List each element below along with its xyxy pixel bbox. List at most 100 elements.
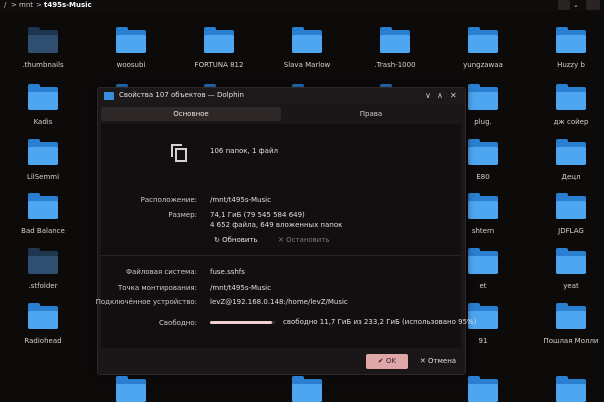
check-icon: ✔ [377,357,386,365]
copy-icon [171,144,187,162]
file-item-label: woosubi [116,61,146,69]
chevron-right-icon: > [11,1,17,9]
tab-rights[interactable]: Права [281,107,461,121]
menu-icon[interactable] [586,0,600,10]
folder-icon [28,27,58,53]
fs-value: fuse.sshfs [210,268,245,276]
maximize-button[interactable]: ∧ [437,91,443,100]
folder-icon [204,27,234,53]
file-item-label: .thumbnails [22,61,64,69]
file-item-label: yungzawaa [463,61,503,69]
folder-icon [556,376,586,402]
file-item-label: JDFLAG [558,227,584,235]
divider [101,255,461,256]
chevron-down-icon[interactable]: ⌄ [573,1,579,10]
folder-icon [380,27,410,53]
device-value: levZ@192.168.0.148:/home/levZ/Music [210,298,348,306]
file-item[interactable]: yeat [536,248,604,304]
device-label: Подключённое устройство: [95,298,197,306]
folder-icon [28,84,58,110]
folder-icon [28,139,58,165]
file-item-label: Slava Marlow [283,61,331,69]
file-item[interactable]: Децл [536,139,604,195]
file-item[interactable]: JDFLAG [536,193,604,249]
folder-icon [28,193,58,219]
folder-icon [116,376,146,402]
cancel-button[interactable]: ✕ Отмена [416,354,460,369]
file-item[interactable]: Radiohead [8,303,78,359]
file-item-label: LilSemmi [26,173,60,181]
stop-icon: ✕ [278,236,287,244]
file-item[interactable]: .stfolder [8,248,78,304]
file-item-label: .stfolder [28,282,58,290]
folder-icon [468,27,498,53]
fs-label: Файловая система: [125,268,197,276]
folder-icon [468,84,498,110]
file-item[interactable]: Slava Marlow [272,27,342,83]
file-item-label: Пошлая Молли [543,337,599,345]
file-item[interactable]: .thumbnails [8,27,78,83]
file-item[interactable]: .Trash-1000 [360,27,430,83]
summary-text: 106 папок, 1 файл [210,147,278,155]
split-view-icon[interactable] [558,0,570,10]
mount-value: /mnt/t495s-Music [210,284,271,292]
folder-icon [468,248,498,274]
file-item[interactable]: Kadis [8,84,78,140]
file-item-label: Kadis [33,118,53,126]
file-item[interactable]: дж сойер [536,84,604,140]
usage-bar [210,321,272,324]
chevron-right-icon: > [36,1,42,9]
dialog-titlebar[interactable]: Свойства 107 объектов — Dolphin ∨ ∧ ✕ [98,88,465,104]
file-item[interactable]: FORTUNA 812 [184,27,254,83]
stop-button[interactable]: ✕ Остановить [278,236,330,244]
folder-icon [556,27,586,53]
dialog-content: 106 папок, 1 файл Расположение: /mnt/t49… [96,124,476,348]
file-item[interactable]: yungzawaa [448,27,518,83]
size-label: Размер: [168,211,197,219]
dolphin-app-icon [104,92,114,100]
folder-icon [468,139,498,165]
file-item[interactable]: Пошлая Молли [536,303,604,359]
breadcrumb-root[interactable]: / [4,1,6,10]
refresh-icon: ↻ [214,236,223,244]
refresh-button[interactable]: ↻ Обновить [214,236,258,244]
file-item-label: .Trash-1000 [374,61,416,69]
free-value: свободно 11,7 ГиБ из 233,2 ГиБ (использо… [283,318,477,326]
folder-icon [556,193,586,219]
folder-icon [28,248,58,274]
file-item[interactable]: LilSemmi [8,139,78,195]
close-icon: ✕ [419,357,429,365]
folder-icon [556,139,586,165]
minimize-button[interactable]: ∨ [425,91,431,100]
location-label: Расположение: [140,196,197,204]
file-item-label: Huzzy b [557,61,585,69]
ok-label: OK [385,357,397,365]
dialog-tabs: Основное Права [101,107,461,121]
path-bar: / > mnt > t495s-Music ⌄ [0,0,604,12]
folder-icon [292,27,322,53]
file-item-label: Децл [561,173,581,181]
stop-label: Остановить [286,236,330,244]
tab-basic[interactable]: Основное [101,107,281,121]
size-value: 74,1 ГиБ (79 545 584 649) [210,211,305,219]
file-item-label: дж сойер [553,118,589,126]
file-item[interactable]: woosubi [96,27,166,83]
folder-icon [556,84,586,110]
folder-icon [292,376,322,402]
ok-button[interactable]: ✔ OK [366,354,408,369]
file-item-label: Radiohead [24,337,62,345]
folder-icon [468,193,498,219]
refresh-label: Обновить [222,236,258,244]
folder-icon [28,303,58,329]
breadcrumb-mnt[interactable]: mnt [19,1,33,10]
file-item-label: yeat [563,282,579,290]
folder-icon [116,27,146,53]
properties-dialog: Свойства 107 объектов — Dolphin ∨ ∧ ✕ Ос… [96,87,476,375]
location-value: /mnt/t495s-Music [210,196,271,204]
folder-icon [556,248,586,274]
breadcrumb-current[interactable]: t495s-Music [44,1,92,10]
file-item[interactable]: Huzzy b [536,27,604,83]
close-button[interactable]: ✕ [450,91,457,100]
size-detail: 4 652 файла, 649 вложенных папок [210,221,343,229]
file-item[interactable]: Bad Balance [8,193,78,249]
